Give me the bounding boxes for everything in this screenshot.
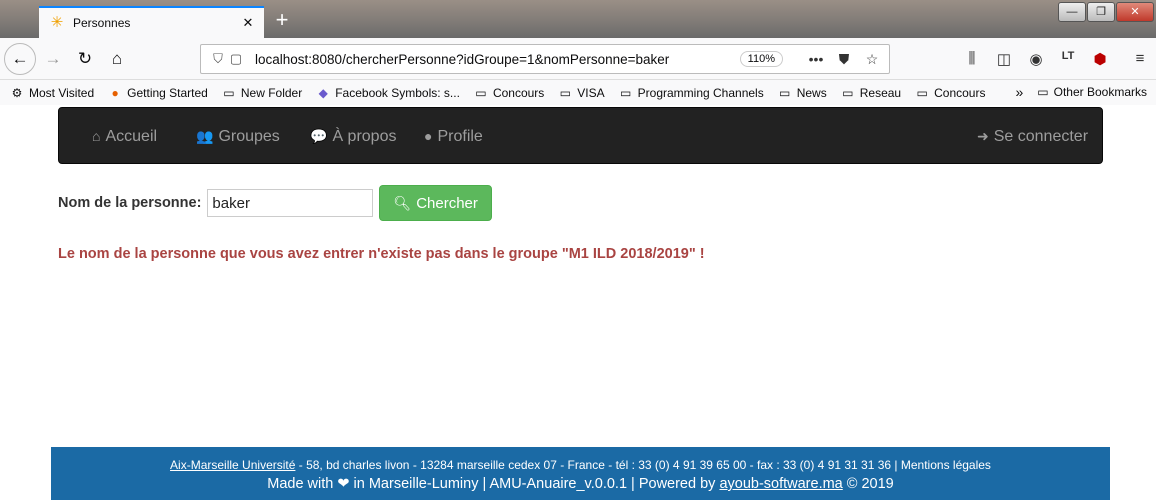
account-icon[interactable]: ◉ (1026, 50, 1046, 68)
nav-a-propos[interactable]: 💬 À propos (310, 108, 396, 165)
search-form: Nom de la personne: 🔍︎ Chercher (58, 185, 492, 221)
pocket-icon[interactable]: ⛊ (835, 51, 853, 68)
reload-button[interactable]: ↻ (70, 44, 100, 74)
sidebar-icon[interactable]: ◫ (994, 50, 1014, 68)
footer-address-line: Aix-Marseille Université - 58, bd charle… (170, 458, 991, 472)
search-label: Nom de la personne: (58, 195, 202, 211)
footer-credits-line: Made with ❤ in Marseille-Luminy | AMU-An… (267, 476, 894, 492)
user-circle-icon: ● (424, 128, 433, 144)
bookmark-reseau[interactable]: ▭ Reseau (841, 86, 901, 100)
bookmark-news[interactable]: ▭ News (778, 86, 827, 100)
nav-accueil[interactable]: ⌂ Accueil (92, 108, 157, 165)
footer: Aix-Marseille Université - 58, bd charle… (51, 447, 1110, 500)
maximize-button[interactable]: ❐ (1087, 2, 1115, 22)
new-tab-button[interactable]: + (270, 8, 294, 32)
bookmarks-bar: ⚙ Most Visited ● Getting Started ▭ New Fold… (0, 80, 1156, 105)
minimize-button[interactable]: — (1058, 2, 1086, 22)
bookmark-facebook-symbols[interactable]: ◆ Facebook Symbols: s... (316, 86, 460, 100)
nav-se-connecter[interactable]: ➜ Se connecter (977, 108, 1088, 165)
bookmark-concours-2[interactable]: ▭ Concours (915, 86, 985, 100)
puzzle-icon: ◆ (318, 85, 328, 100)
search-button[interactable]: 🔍︎ Chercher (379, 185, 492, 221)
home-icon[interactable]: ⌂ (102, 44, 132, 74)
folder-icon: ▭ (223, 85, 235, 100)
bookmark-concours[interactable]: ▭ Concours (474, 86, 544, 100)
bookmark-star-icon[interactable]: ☆ (863, 51, 881, 68)
nav-groupes[interactable]: 👥 Groupes (196, 108, 280, 165)
search-input[interactable] (207, 189, 374, 217)
shield-icon[interactable]: ⛉ (209, 51, 227, 67)
chevron-right-icon[interactable]: » (1015, 84, 1023, 100)
folder-icon: ▭ (779, 85, 791, 100)
page-icon: ▢ (229, 51, 243, 66)
comments-icon: 💬 (310, 128, 328, 144)
error-message: Le nom de la personne que vous avez entr… (58, 246, 705, 262)
browser-titlebar: ✳ Personnes ✕ + — ❐ ✕ (0, 0, 1156, 38)
close-window-button[interactable]: ✕ (1116, 2, 1154, 22)
extension-lt-icon[interactable]: LT (1058, 50, 1078, 62)
bookmark-visa[interactable]: ▭ VISA (558, 85, 605, 100)
library-icon[interactable]: ⫼ (962, 50, 982, 67)
other-bookmarks[interactable]: » ▭ Other Bookmarks (1015, 84, 1147, 100)
close-tab-icon[interactable]: ✕ (240, 15, 256, 31)
university-link[interactable]: Aix-Marseille Université (170, 458, 295, 472)
browser-toolbar: ← → ↻ ⌂ ⛉ ▢ localhost:8080/chercherPerso… (0, 38, 1156, 80)
tab-title: Personnes (73, 16, 131, 30)
bookmark-programming-channels[interactable]: ▭ Programming Channels (619, 86, 764, 100)
browser-tab[interactable]: ✳ Personnes ✕ (39, 6, 264, 38)
gear-icon: ⚙ (11, 85, 23, 100)
back-button[interactable]: ← (4, 43, 36, 75)
bookmark-most-visited[interactable]: ⚙ Most Visited (10, 85, 95, 100)
users-icon: 👥 (196, 128, 214, 144)
forward-button[interactable]: → (38, 44, 68, 74)
powered-by-link[interactable]: ayoub-software.ma (719, 476, 842, 492)
folder-icon: ▭ (619, 85, 632, 100)
folder-icon: ▭ (559, 85, 571, 100)
nav-profile[interactable]: ● Profile (424, 108, 483, 165)
folder-icon: ▭ (842, 85, 854, 100)
firefox-icon: ● (111, 85, 119, 100)
home-icon: ⌂ (92, 128, 101, 144)
zoom-badge[interactable]: 110% (739, 51, 783, 67)
folder-icon: ▭ (916, 85, 928, 100)
star-favicon-icon: ✳ (50, 14, 64, 31)
folder-icon: ▭ (475, 85, 487, 100)
site-navbar: ⌂ Accueil 👥 Groupes 💬 À propos ● Profile ➜ Se… (58, 107, 1103, 164)
folder-icon: ▭ (1037, 85, 1049, 99)
sign-in-icon: ➜ (977, 128, 989, 144)
bookmark-getting-started[interactable]: ● Getting Started (108, 86, 208, 100)
bookmark-new-folder[interactable]: ▭ New Folder (222, 86, 302, 100)
menu-icon[interactable]: ≡ (1130, 50, 1150, 67)
more-actions-icon[interactable]: ••• (807, 51, 825, 67)
url-bar[interactable]: ⛉ ▢ localhost:8080/chercherPersonne?idGr… (200, 44, 890, 74)
url-text[interactable]: localhost:8080/chercherPersonne?idGroupe… (255, 52, 740, 67)
search-icon: 🔍︎ (393, 194, 412, 211)
ublock-icon[interactable]: ⬢ (1090, 50, 1110, 68)
